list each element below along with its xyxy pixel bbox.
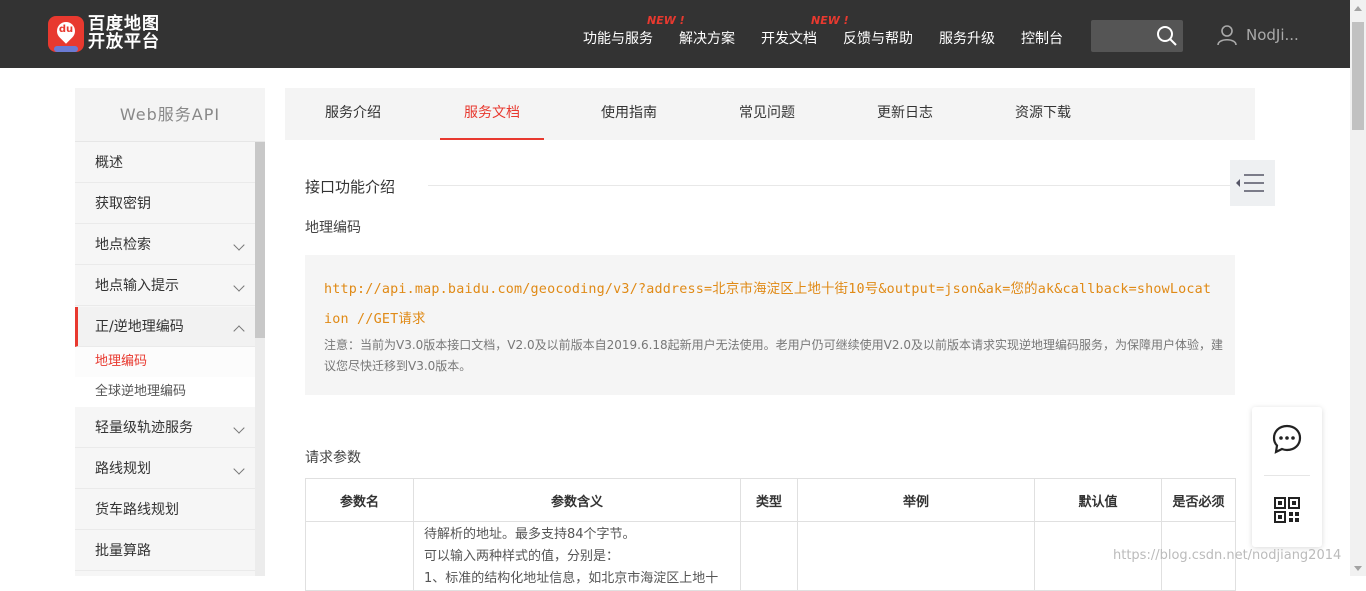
username[interactable]: NodJi... <box>1246 26 1299 44</box>
nav-badge-new: NEW ! <box>811 14 849 27</box>
page-scrollbar-thumb[interactable] <box>1352 22 1364 130</box>
page-scrollbar[interactable] <box>1350 0 1366 576</box>
sidebar-subitem-global-reverse-geocoding[interactable]: 全球逆地理编码 <box>75 377 255 407</box>
param-desc-line: 待解析的地址。最多支持84个字节。 <box>424 527 636 542</box>
col-header-default: 默认值 <box>1034 478 1162 522</box>
tab-faq[interactable]: 常见问题 <box>719 88 815 140</box>
qr-code-icon[interactable] <box>1274 497 1300 523</box>
params-title: 请求参数 <box>305 450 361 466</box>
section-title: 接口功能介绍 <box>305 178 396 196</box>
user-icon[interactable] <box>1216 24 1238 46</box>
sidebar-item-truck-route[interactable]: 货车路线规划 <box>75 490 255 530</box>
sidebar-item-label: 轻量级轨迹服务 <box>95 420 193 436</box>
search-icon[interactable] <box>1155 24 1179 48</box>
nav-features[interactable]: 功能与服务 <box>583 28 653 48</box>
scroll-down-arrow-icon[interactable] <box>1354 566 1362 571</box>
nav-feedback[interactable]: 反馈与帮助 <box>843 28 913 48</box>
sidebar-item-label: 正/逆地理编码 <box>95 319 184 335</box>
table-cell <box>797 521 1035 591</box>
scroll-up-arrow-icon[interactable] <box>1354 6 1362 11</box>
sidebar-subitem-geocoding[interactable]: 地理编码 <box>75 347 255 377</box>
chevron-up-icon <box>233 325 245 337</box>
sidebar-item-overview[interactable]: 概述 <box>75 143 255 183</box>
sidebar-item-label: 地点检索 <box>95 237 151 253</box>
request-url: http://api.map.baidu.com/geocoding/v3/?a… <box>324 282 1212 327</box>
brand-line-1: 百度地图 <box>88 14 160 34</box>
sidebar-item-label: 地点输入提示 <box>95 278 179 294</box>
sidebar-scrollbar-thumb[interactable] <box>255 142 265 338</box>
toc-toggle-button[interactable] <box>1230 160 1275 206</box>
chevron-down-icon <box>233 280 245 292</box>
sidebar-item-label: 概述 <box>95 155 123 171</box>
params-table: 参数名 参数含义 类型 举例 默认值 是否必须 待解析的地址。最多支持84个字节… <box>305 478 1236 591</box>
table-cell <box>740 521 798 591</box>
version-note: 注意：当前为V3.0版本接口文档，V2.0及以前版本自2019.6.18起新用户… <box>324 338 1223 373</box>
top-navbar: du 百度地图 开放平台 NEW ! NEW ! 功能与服务 解决方案 开发文档… <box>0 0 1350 68</box>
sidebar-item-place-search[interactable]: 地点检索 <box>75 225 255 265</box>
tab-usage-guide[interactable]: 使用指南 <box>581 88 677 140</box>
tab-downloads[interactable]: 资源下载 <box>995 88 1091 140</box>
menu-collapse-icon <box>1236 174 1264 192</box>
chevron-down-icon <box>233 463 245 475</box>
doc-tabs: 服务介绍 服务文档 使用指南 常见问题 更新日志 资源下载 <box>285 88 1255 140</box>
table-row: 待解析的地址。最多支持84个字节。 可以输入两种样式的值，分别是： 1、标准的结… <box>305 521 1236 591</box>
chevron-down-icon <box>233 239 245 251</box>
col-header-required: 是否必须 <box>1161 478 1236 522</box>
sidebar-item-route-planning[interactable]: 路线规划 <box>75 449 255 489</box>
sidebar-item-track-service[interactable]: 轻量级轨迹服务 <box>75 408 255 448</box>
tab-service-intro[interactable]: 服务介绍 <box>305 88 401 140</box>
col-header-type: 类型 <box>740 478 798 522</box>
nav-badge-new: NEW ! <box>647 14 685 27</box>
brand-line-2: 开放平台 <box>88 32 160 52</box>
chevron-down-icon <box>233 422 245 434</box>
col-header-example: 举例 <box>797 478 1035 522</box>
sidebar-item-place-suggestion[interactable]: 地点输入提示 <box>75 266 255 306</box>
sidebar: Web服务API 概述 获取密钥 地点检索 地点输入提示 正/逆地理编码 地理编… <box>75 88 265 576</box>
watermark: https://blog.csdn.net/nodjiang2014 <box>1113 548 1342 563</box>
brand-name[interactable]: 百度地图 开放平台 <box>88 15 160 51</box>
floating-toolbar <box>1252 407 1322 547</box>
table-cell <box>305 521 414 591</box>
subsection-title: 地理编码 <box>305 220 361 236</box>
chat-icon[interactable] <box>1272 424 1302 454</box>
sidebar-scrollbar[interactable] <box>255 142 265 576</box>
sidebar-item-geocoding[interactable]: 正/逆地理编码 <box>75 307 255 347</box>
col-header-meaning: 参数含义 <box>413 478 741 522</box>
sidebar-item-batch-route[interactable]: 批量算路 <box>75 531 255 571</box>
search-box <box>1091 20 1183 52</box>
code-block: http://api.map.baidu.com/geocoding/v3/?a… <box>305 255 1235 395</box>
search-input[interactable] <box>1091 20 1155 52</box>
widget-divider <box>1264 475 1310 476</box>
nav-docs[interactable]: 开发文档 <box>761 28 817 48</box>
table-cell: 待解析的地址。最多支持84个字节。 可以输入两种样式的值，分别是： 1、标准的结… <box>413 521 741 591</box>
sidebar-item-get-key[interactable]: 获取密钥 <box>75 184 255 224</box>
sidebar-title: Web服务API <box>75 88 265 142</box>
tab-service-docs[interactable]: 服务文档 <box>440 88 544 140</box>
col-header-param: 参数名 <box>305 478 414 522</box>
sidebar-item-label: 货车路线规划 <box>95 502 179 518</box>
section-divider <box>428 185 1230 186</box>
nav-solutions[interactable]: 解决方案 <box>679 28 735 48</box>
param-desc-line: 1、标准的结构化地址信息，如北京市海淀区上地十 <box>424 571 719 586</box>
table-header-row: 参数名 参数含义 类型 举例 默认值 是否必须 <box>305 478 1236 522</box>
nav-console[interactable]: 控制台 <box>1021 28 1063 48</box>
tab-changelog[interactable]: 更新日志 <box>857 88 953 140</box>
sidebar-item-label: 批量算路 <box>95 543 151 559</box>
nav-upgrade[interactable]: 服务升级 <box>939 28 995 48</box>
param-desc-line: 可以输入两种样式的值，分别是： <box>424 549 620 564</box>
baidu-map-logo-icon[interactable]: du <box>48 16 84 52</box>
sidebar-item-label: 获取密钥 <box>95 196 151 212</box>
sidebar-item-label: 路线规划 <box>95 461 151 477</box>
